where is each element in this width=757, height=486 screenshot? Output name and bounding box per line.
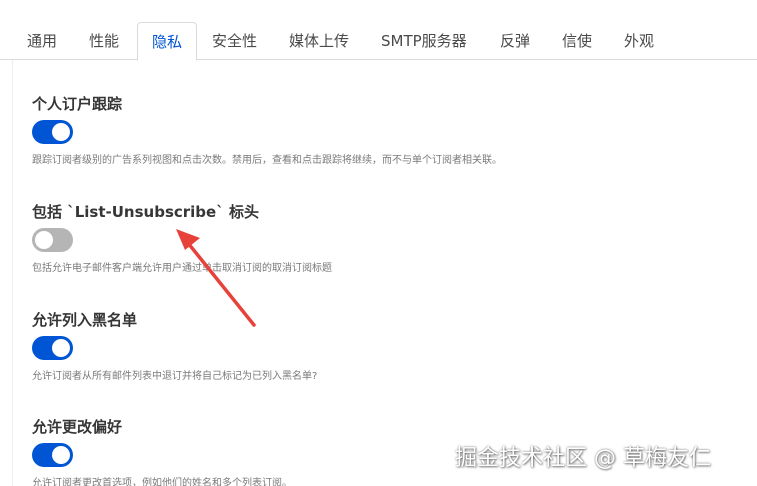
setting-help-text: 允许订阅者更改首选项，例如他们的姓名和多个列表订阅。 xyxy=(32,478,292,486)
toggle-knob xyxy=(52,123,70,141)
setting-label: 包括 `List-Unsubscribe` 标头 xyxy=(32,203,259,221)
watermark: 掘金技术社区 @ 草梅友仁 xyxy=(455,446,711,471)
tab-security[interactable]: 安全性 xyxy=(212,22,257,60)
tab-appearance[interactable]: 外观 xyxy=(624,22,654,60)
tab-messengers[interactable]: 信使 xyxy=(562,22,592,60)
allow-blocklist-toggle[interactable] xyxy=(32,336,73,360)
list-unsubscribe-toggle[interactable] xyxy=(32,228,73,252)
setting-label: 允许列入黑名单 xyxy=(32,311,138,329)
tab-general[interactable]: 通用 xyxy=(27,22,57,60)
tab-performance[interactable]: 性能 xyxy=(89,22,119,60)
setting-help-text: 允许订阅者从所有邮件列表中退订并将自己标记为已列入黑名单? xyxy=(32,371,318,382)
allow-preferences-toggle[interactable] xyxy=(32,443,73,467)
tab-bounces[interactable]: 反弹 xyxy=(500,22,530,60)
setting-label: 允许更改偏好 xyxy=(32,418,123,436)
settings-page: 通用 性能 隐私 安全性 媒体上传 SMTP服务器 反弹 信使 外观 个人订户跟… xyxy=(0,0,757,486)
toggle-knob xyxy=(52,339,70,357)
toggle-knob xyxy=(52,446,70,464)
setting-help-text: 跟踪订阅者级别的广告系列视图和点击次数。禁用后，查看和点击跟踪将继续，而不与单个… xyxy=(32,155,502,166)
setting-label: 个人订户跟踪 xyxy=(32,95,123,113)
tab-media-uploads[interactable]: 媒体上传 xyxy=(289,22,349,60)
tab-smtp[interactable]: SMTP服务器 xyxy=(381,22,467,60)
tab-privacy[interactable]: 隐私 xyxy=(137,22,197,61)
settings-tabs: 通用 性能 隐私 安全性 媒体上传 SMTP服务器 反弹 信使 外观 xyxy=(0,22,757,61)
individual-tracking-toggle[interactable] xyxy=(32,120,73,144)
toggle-knob xyxy=(35,231,53,249)
setting-help-text: 包括允许电子邮件客户端允许用户通过单击取消订阅的取消订阅标题 xyxy=(32,263,332,274)
